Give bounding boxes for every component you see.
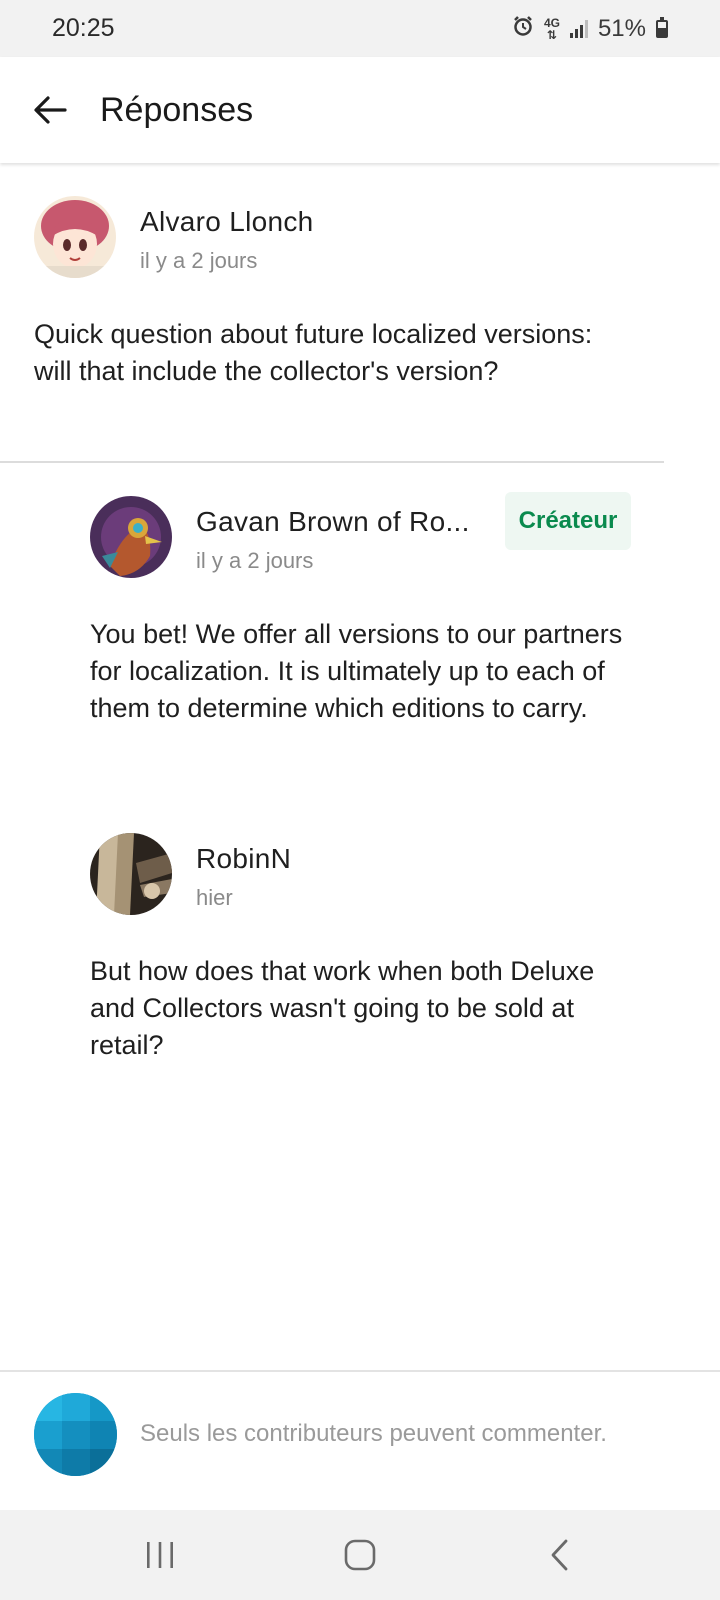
user-avatar — [34, 1393, 117, 1476]
battery-icon — [656, 16, 668, 38]
creator-badge: Créateur — [505, 492, 631, 550]
home-icon — [344, 1539, 376, 1571]
comment-text: You bet! We offer all versions to our pa… — [90, 619, 623, 723]
status-icons: 4G ⇅ 51% — [512, 15, 668, 43]
comment-composer: Seuls les contributeurs peuvent commente… — [0, 1372, 720, 1510]
avatar[interactable] — [34, 196, 116, 278]
comment-input-placeholder[interactable]: Seuls les contributeurs peuvent commente… — [140, 1420, 607, 1448]
comment-author[interactable]: RobinN — [196, 843, 291, 875]
thread-divider — [0, 461, 664, 463]
avatar[interactable] — [90, 496, 172, 578]
status-bar: 20:25 4G ⇅ 51% — [0, 0, 720, 57]
reply-item: RobinN hier But how does that work when … — [90, 833, 650, 1073]
parent-comment: Alvaro Llonch il y a 2 jours Quick quest… — [34, 196, 654, 436]
comment-time: hier — [196, 885, 233, 910]
status-time: 20:25 — [52, 14, 115, 42]
comment-text: But how does that work when both Deluxe … — [90, 956, 595, 1060]
arrow-left-icon — [34, 96, 67, 124]
comment-author[interactable]: Alvaro Llonch — [140, 206, 314, 238]
back-button[interactable] — [0, 57, 100, 163]
system-navigation-bar — [0, 1510, 720, 1600]
battery-percent: 51% — [597, 14, 646, 42]
comment-time: il y a 2 jours — [140, 248, 258, 273]
home-button[interactable] — [300, 1510, 420, 1600]
recent-apps-icon — [147, 1542, 173, 1568]
recent-apps-button[interactable] — [100, 1510, 220, 1600]
page-title: Réponses — [100, 90, 254, 129]
app-header: Réponses — [0, 57, 720, 163]
comment-author[interactable]: Gavan Brown of Ro... — [196, 506, 470, 538]
signal-icon — [569, 19, 588, 38]
avatar[interactable] — [90, 833, 172, 915]
back-nav-button[interactable] — [500, 1510, 620, 1600]
back-icon — [551, 1539, 568, 1571]
comment-text: Quick question about future localized ve… — [34, 319, 593, 386]
comment-time: il y a 2 jours — [196, 548, 314, 573]
network-4g-icon: 4G ⇅ — [543, 15, 560, 42]
network-label: 4G — [543, 15, 560, 30]
alarm-icon — [512, 15, 534, 43]
